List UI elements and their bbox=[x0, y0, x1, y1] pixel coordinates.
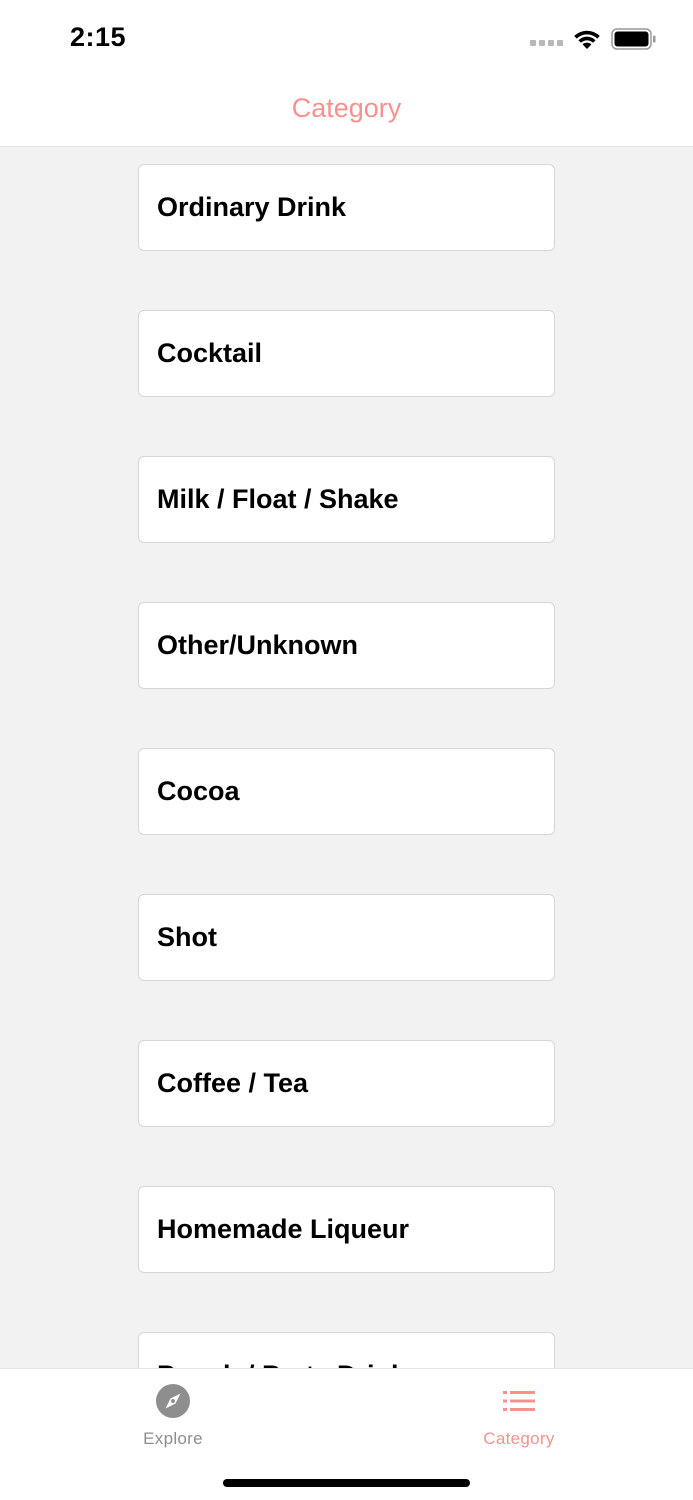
category-label: Milk / Float / Shake bbox=[157, 484, 399, 514]
category-card-punch-party-drink[interactable]: Punch / Party Drink bbox=[138, 1332, 555, 1368]
category-card-homemade-liqueur[interactable]: Homemade Liqueur bbox=[138, 1186, 555, 1273]
tab-label: Explore bbox=[143, 1429, 203, 1448]
page-title: Category bbox=[291, 93, 402, 123]
compass-icon bbox=[156, 1384, 190, 1418]
category-label: Other/Unknown bbox=[157, 630, 358, 660]
category-label: Cocoa bbox=[157, 776, 240, 806]
navigation-bar: Category bbox=[0, 76, 693, 147]
category-list[interactable]: Ordinary Drink Cocktail Milk / Float / S… bbox=[0, 148, 693, 1368]
tab-category[interactable]: Category bbox=[439, 1381, 599, 1449]
category-card-other-unknown[interactable]: Other/Unknown bbox=[138, 602, 555, 689]
category-label: Shot bbox=[157, 922, 217, 952]
category-card-shot[interactable]: Shot bbox=[138, 894, 555, 981]
tab-bar: Explore Category bbox=[0, 1368, 693, 1500]
status-time: 2:15 bbox=[70, 22, 127, 52]
wifi-icon bbox=[574, 30, 600, 49]
category-label: Homemade Liqueur bbox=[157, 1214, 410, 1244]
category-card-ordinary-drink[interactable]: Ordinary Drink bbox=[138, 164, 555, 251]
home-indicator bbox=[223, 1479, 470, 1487]
category-label: Punch / Party Drink bbox=[157, 1360, 406, 1368]
category-card-coffee-tea[interactable]: Coffee / Tea bbox=[138, 1040, 555, 1127]
tab-explore[interactable]: Explore bbox=[93, 1381, 253, 1449]
cellular-signal-icon bbox=[530, 40, 563, 46]
category-card-cocktail[interactable]: Cocktail bbox=[138, 310, 555, 397]
status-bar: 2:15 bbox=[0, 0, 693, 76]
category-label: Cocktail bbox=[157, 338, 263, 368]
status-icons bbox=[530, 26, 657, 52]
category-label: Ordinary Drink bbox=[157, 192, 347, 222]
tab-label: Category bbox=[483, 1429, 555, 1448]
list-icon bbox=[503, 1391, 535, 1411]
category-label: Coffee / Tea bbox=[157, 1068, 309, 1098]
category-card-milk-float-shake[interactable]: Milk / Float / Shake bbox=[138, 456, 555, 543]
category-card-cocoa[interactable]: Cocoa bbox=[138, 748, 555, 835]
battery-icon bbox=[611, 28, 656, 50]
